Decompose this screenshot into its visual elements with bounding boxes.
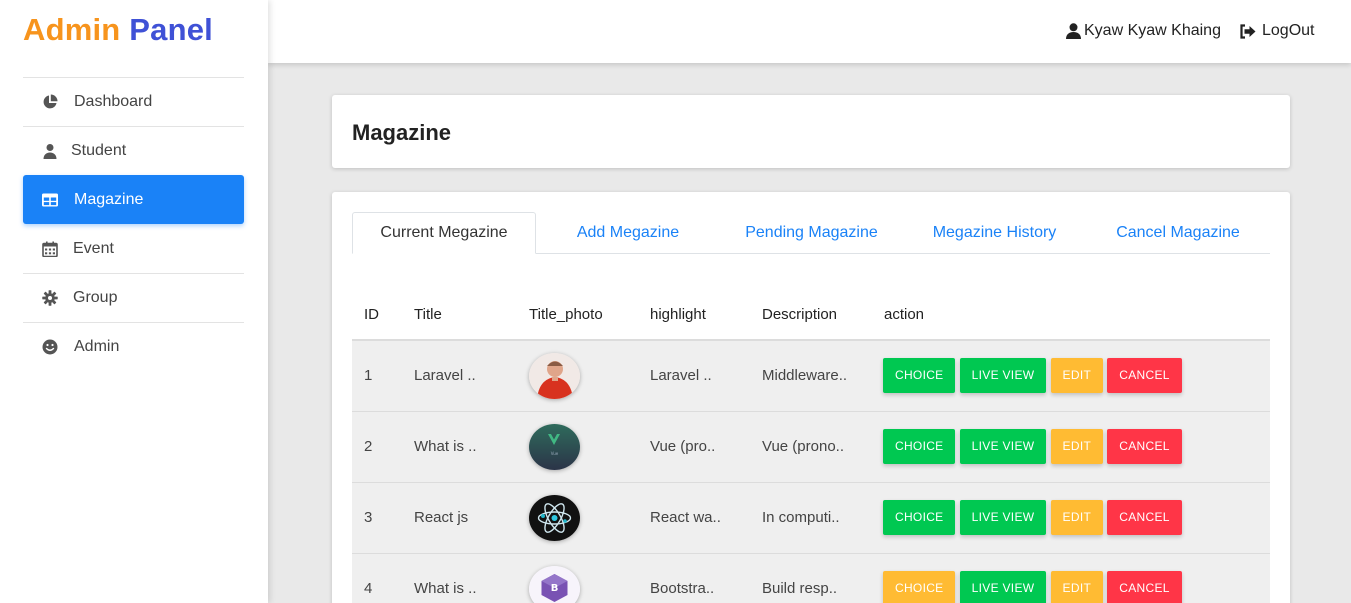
vue-logo-photo: Vue [529, 423, 580, 470]
sidebar-item-student[interactable]: Student [23, 126, 244, 175]
cell-highlight: Laravel .. [638, 340, 750, 412]
cancel-button[interactable]: CANCEL [1107, 571, 1182, 603]
cell-actions: CHOICE LIVE VIEW EDIT CANCEL [872, 340, 1270, 412]
cell-title: Laravel .. [402, 340, 517, 412]
sidebar-item-label: Group [73, 289, 118, 306]
cancel-button[interactable]: CANCEL [1107, 358, 1182, 394]
user-icon [42, 143, 58, 159]
calendar-icon [42, 241, 58, 257]
edit-button[interactable]: EDIT [1050, 429, 1104, 464]
sidebar-item-label: Admin [74, 338, 120, 355]
laravel-speaker-photo [529, 352, 580, 399]
sidebar-item-label: Event [73, 240, 114, 257]
cell-description: Vue (prono.. [750, 411, 872, 483]
choice-button[interactable]: CHOICE [883, 429, 956, 464]
header-id: ID [352, 290, 402, 341]
cell-highlight: React wa.. [638, 482, 750, 554]
cell-photo: B [517, 553, 638, 603]
cell-photo [517, 340, 638, 412]
topbar: Kyaw Kyaw Khaing LogOut [268, 0, 1351, 63]
header-highlight: highlight [638, 290, 750, 341]
header-action: action [872, 290, 1270, 341]
cell-actions: CHOICE LIVE VIEW EDIT CANCEL [872, 553, 1270, 603]
tab-current-megazine[interactable]: Current Megazine [352, 212, 536, 254]
brand-part1: Admin [23, 12, 121, 47]
cell-description: Middleware.. [750, 340, 872, 412]
table-header-row: ID Title Title_photo highlight Descripti… [352, 290, 1270, 341]
tab-pending-magazine[interactable]: Pending Magazine [720, 212, 903, 254]
user-name: Kyaw Kyaw Khaing [1084, 22, 1221, 39]
sidebar-nav: Dashboard Student Magazine Event Group A… [23, 77, 244, 371]
header-title-photo: Title_photo [517, 290, 638, 341]
svg-text:Vue: Vue [551, 451, 559, 456]
edit-button[interactable]: EDIT [1050, 571, 1104, 603]
sidebar-item-magazine[interactable]: Magazine [23, 175, 244, 224]
tab-add-megazine[interactable]: Add Megazine [536, 212, 720, 254]
cell-id: 4 [352, 553, 402, 603]
cancel-button[interactable]: CANCEL [1107, 429, 1182, 464]
sidebar-item-admin[interactable]: Admin [23, 322, 244, 371]
pie-chart-icon [42, 94, 58, 110]
page-title: Magazine [352, 120, 452, 145]
tab-cancel-magazine[interactable]: Cancel Magazine [1086, 212, 1270, 254]
choice-button[interactable]: CHOICE [883, 571, 956, 603]
choice-button[interactable]: CHOICE [883, 500, 956, 535]
sidebar-item-label: Dashboard [74, 93, 153, 110]
live-view-button[interactable]: LIVE VIEW [959, 500, 1047, 535]
cell-photo [517, 482, 638, 554]
table-row: 3 React js React wa.. In computi.. CHOIC… [352, 482, 1270, 554]
cell-highlight: Vue (pro.. [638, 411, 750, 483]
cell-id: 2 [352, 411, 402, 483]
react-logo-photo [529, 494, 580, 541]
edit-button[interactable]: EDIT [1050, 500, 1104, 535]
cell-actions: CHOICE LIVE VIEW EDIT CANCEL [872, 411, 1270, 483]
cell-description: In computi.. [750, 482, 872, 554]
cell-photo: Vue [517, 411, 638, 483]
brand-logo[interactable]: Admin Panel [23, 12, 213, 48]
user-menu[interactable]: Kyaw Kyaw Khaing [1066, 22, 1221, 40]
table-row: 1 Laravel .. Laravel .. Middleware.. CHO… [352, 340, 1270, 412]
sidebar-item-label: Student [71, 142, 127, 159]
sidebar-item-group[interactable]: Group [23, 273, 244, 322]
cell-title: React js [402, 482, 517, 554]
table-row: 4 What is .. B Bootstra.. Build resp.. C… [352, 553, 1270, 603]
page-title-card: Magazine [332, 95, 1290, 168]
cell-actions: CHOICE LIVE VIEW EDIT CANCEL [872, 482, 1270, 554]
magazine-content-card: Current Megazine Add Megazine Pending Ma… [332, 192, 1290, 603]
sidebar-item-event[interactable]: Event [23, 224, 244, 273]
live-view-button[interactable]: LIVE VIEW [959, 429, 1047, 464]
sidebar: Admin Panel Dashboard Student Magazine E… [0, 0, 268, 603]
cancel-button[interactable]: CANCEL [1107, 500, 1182, 535]
brand-part2: Panel [129, 12, 213, 47]
live-view-button[interactable]: LIVE VIEW [959, 358, 1047, 394]
logout-icon [1240, 23, 1256, 39]
edit-button[interactable]: EDIT [1050, 358, 1104, 394]
header-description: Description [750, 290, 872, 341]
table-row: 2 What is .. Vue Vue (pro.. Vue (prono..… [352, 411, 1270, 483]
cell-title: What is .. [402, 411, 517, 483]
live-view-button[interactable]: LIVE VIEW [959, 571, 1047, 603]
cell-highlight: Bootstra.. [638, 553, 750, 603]
bootstrap-logo-photo: B [529, 565, 580, 603]
sidebar-item-dashboard[interactable]: Dashboard [23, 77, 244, 126]
magazine-tabs: Current Megazine Add Megazine Pending Ma… [352, 212, 1270, 254]
user-icon [1066, 23, 1081, 39]
gear-icon [42, 290, 58, 306]
magazine-table: ID Title Title_photo highlight Descripti… [352, 290, 1270, 603]
table-icon [42, 192, 58, 208]
logout-link[interactable]: LogOut [1239, 22, 1314, 40]
cell-id: 3 [352, 482, 402, 554]
choice-button[interactable]: CHOICE [883, 358, 956, 394]
smile-icon [42, 339, 58, 355]
header-title: Title [402, 290, 517, 341]
cell-description: Build resp.. [750, 553, 872, 603]
tab-megazine-history[interactable]: Megazine History [903, 212, 1086, 254]
cell-id: 1 [352, 340, 402, 412]
logout-label: LogOut [1262, 22, 1315, 39]
cell-title: What is .. [402, 553, 517, 603]
svg-text:B: B [551, 583, 559, 594]
sidebar-item-label: Magazine [74, 191, 144, 208]
